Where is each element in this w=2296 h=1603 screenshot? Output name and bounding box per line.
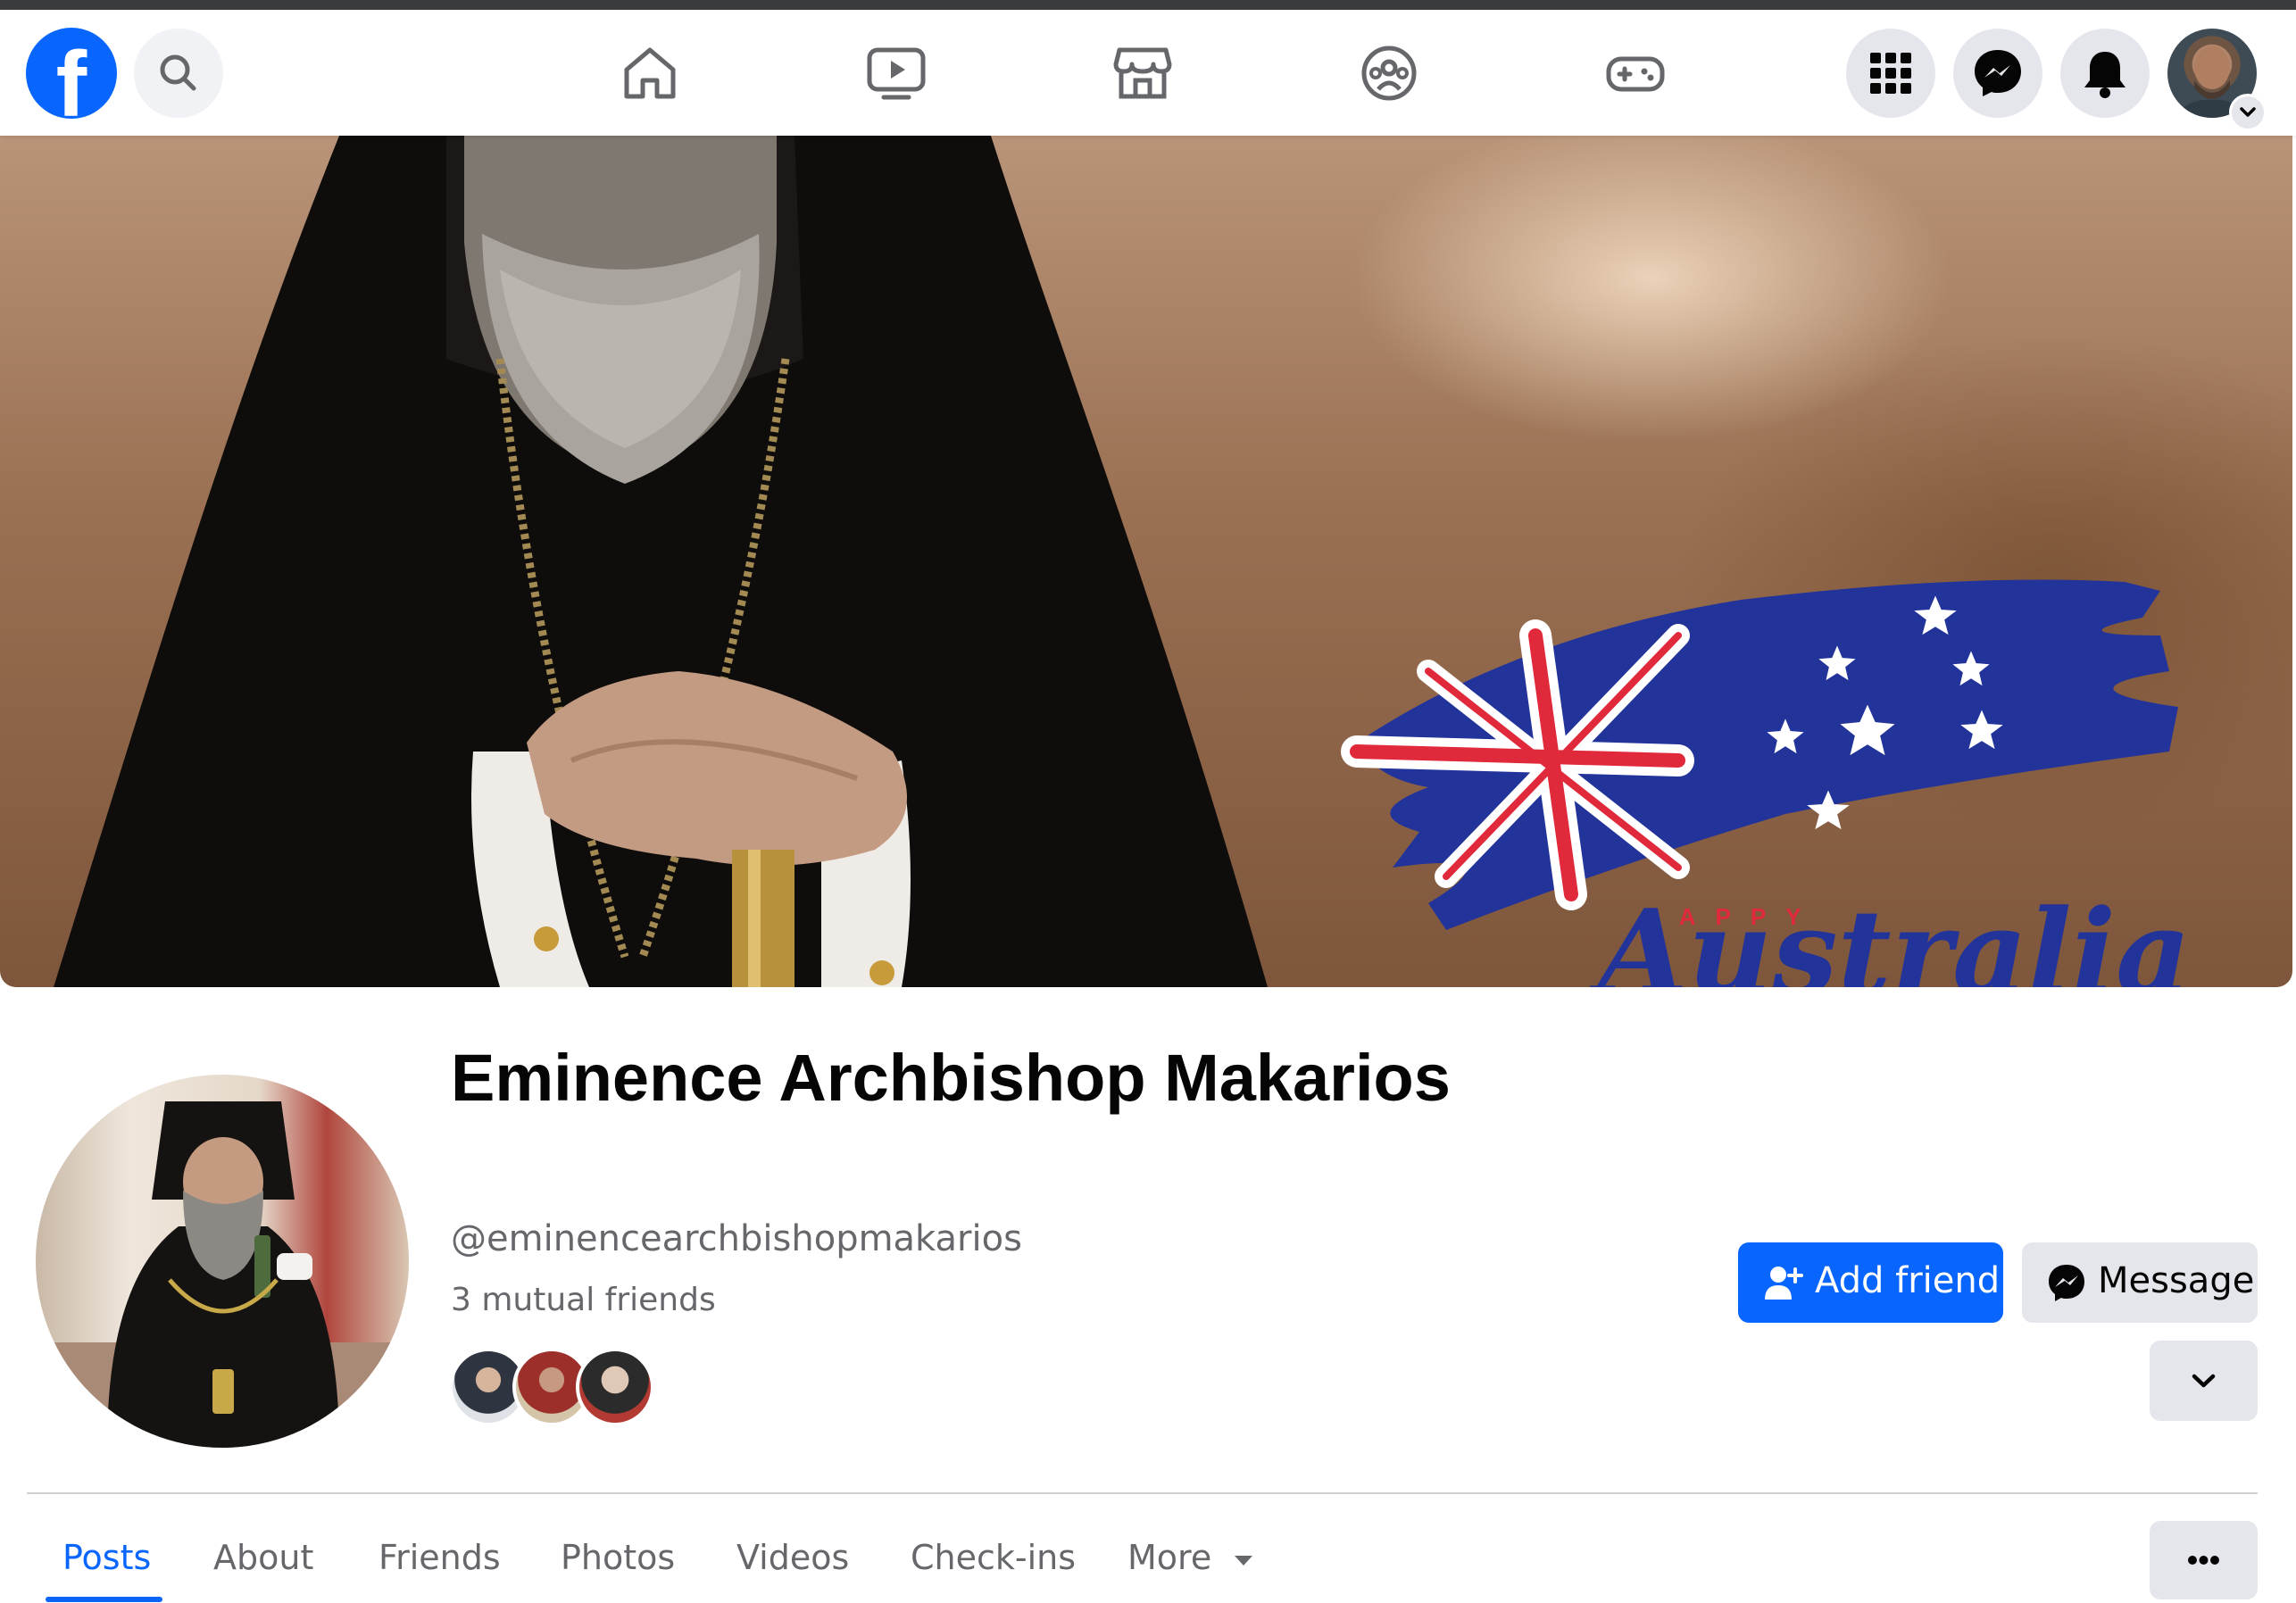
add-friend-icon [1765, 1267, 1803, 1300]
facebook-logo-letter: f [55, 33, 87, 137]
nav-gaming[interactable] [1600, 37, 1671, 109]
top-navigation-bar: f [0, 10, 2296, 136]
messenger-icon [2049, 1265, 2084, 1301]
home-icon [624, 47, 676, 99]
nav-marketplace[interactable] [1107, 37, 1178, 109]
mutual-friends-link[interactable]: 3 mutual friends [451, 1282, 716, 1318]
profile-handle: @eminencearchbishopmakarios [451, 1218, 1022, 1259]
tab-posts[interactable]: Posts [62, 1538, 151, 1577]
account-menu-chevron[interactable] [2229, 94, 2267, 131]
grid-menu-icon [1870, 53, 1911, 94]
tab-about[interactable]: About [213, 1538, 313, 1577]
message-label: Message [2098, 1260, 2255, 1301]
cover-caption-large: Australia [1588, 884, 2191, 987]
add-friend-button[interactable]: Add friend [1738, 1242, 2003, 1323]
marketplace-icon [1113, 47, 1172, 99]
tab-videos[interactable]: Videos [736, 1538, 849, 1577]
cover-image-illustration: HAPPY Australia [54, 136, 2191, 987]
message-button[interactable]: Message [2022, 1242, 2258, 1323]
chevron-down-icon [2240, 107, 2256, 117]
tab-photos[interactable]: Photos [561, 1538, 675, 1577]
cover-photo[interactable]: HAPPY Australia [0, 136, 2292, 987]
profile-divider [27, 1492, 2258, 1494]
video-icon [867, 47, 926, 100]
profile-photo-illustration [36, 1101, 409, 1448]
nav-watch[interactable] [861, 37, 932, 109]
profile-options-button[interactable] [2150, 1521, 2258, 1599]
window-top-strip [0, 0, 2296, 10]
messenger-button[interactable] [1953, 29, 2042, 118]
tab-more-label: More [1127, 1538, 1212, 1577]
groups-icon [1361, 46, 1417, 101]
profile-name: Eminence Archbishop Makarios [451, 1041, 1451, 1115]
nav-home[interactable] [614, 37, 686, 109]
tab-check-ins[interactable]: Check-ins [911, 1538, 1076, 1577]
profile-picture[interactable] [36, 1075, 409, 1448]
gaming-icon [1606, 56, 1665, 92]
bell-icon [2084, 52, 2125, 98]
nav-groups[interactable] [1353, 37, 1425, 109]
tab-more[interactable]: More [1127, 1538, 1254, 1577]
add-friend-label: Add friend [1815, 1260, 2001, 1301]
notifications-button[interactable] [2060, 29, 2150, 118]
chevron-down-icon [2192, 1374, 2216, 1388]
caret-down-icon [1235, 1556, 1253, 1566]
menu-button[interactable] [1846, 29, 1935, 118]
search-icon [160, 54, 196, 91]
mutual-friend-avatar-3[interactable] [576, 1348, 654, 1426]
tab-friends[interactable]: Friends [379, 1538, 501, 1577]
more-actions-dropdown[interactable] [2150, 1341, 2258, 1421]
search-button[interactable] [134, 29, 223, 118]
active-tab-indicator [46, 1597, 162, 1602]
messenger-icon [1975, 50, 2021, 96]
more-dots-icon [2188, 1556, 2219, 1565]
facebook-logo[interactable]: f [26, 28, 117, 131]
